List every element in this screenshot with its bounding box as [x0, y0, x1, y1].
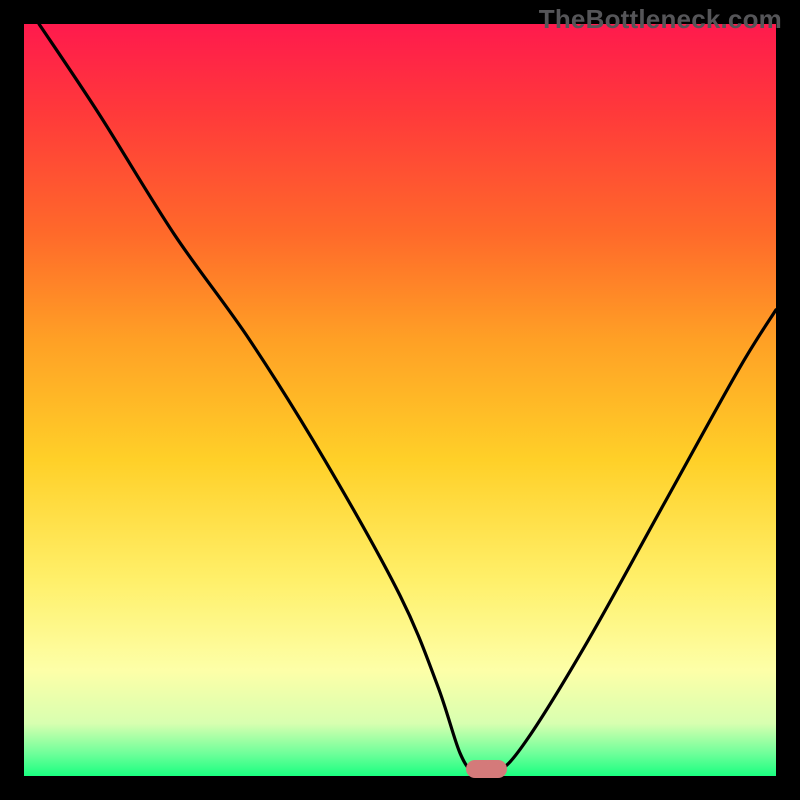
chart-frame: TheBottleneck.com — [0, 0, 800, 800]
bottleneck-curve — [24, 24, 776, 776]
watermark-text: TheBottleneck.com — [539, 4, 782, 35]
optimal-marker — [466, 760, 507, 778]
chart-plot-area — [24, 24, 776, 776]
